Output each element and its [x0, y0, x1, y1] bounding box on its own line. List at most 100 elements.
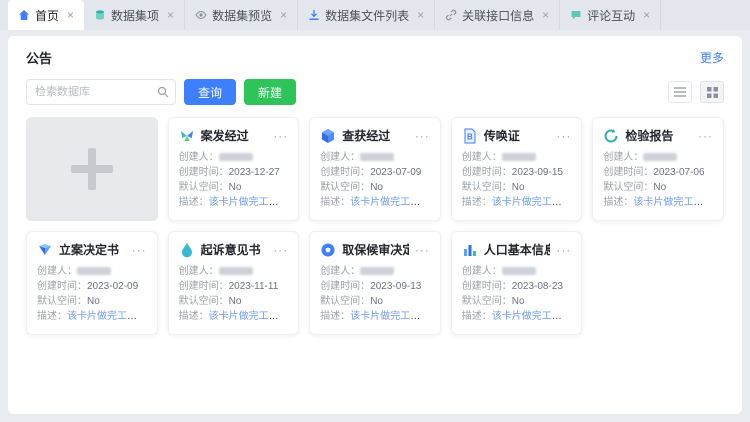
- description-label: 描述：: [320, 197, 350, 208]
- card-grid: 案发经过 创建人： 创建时间：2023-12-27 默认空间：No 描述：该卡片…: [26, 117, 724, 335]
- creator-label: 创建人：: [320, 266, 360, 277]
- dataset-card[interactable]: B 传唤证 创建人： 创建时间：2023-09-15 默认空间：No 描述：该卡…: [451, 117, 583, 221]
- toolbar: 查询 新建: [26, 79, 724, 105]
- card-title: 起诉意见书: [201, 241, 268, 258]
- description-value: 该卡片做完工作空间的展示: [350, 311, 430, 322]
- download-icon: [308, 9, 320, 21]
- tab-label: 数据集项: [111, 7, 159, 24]
- tab-related-interface-info[interactable]: 关联接口信息: [435, 0, 560, 30]
- created-value: 2023-09-13: [370, 281, 421, 292]
- default-space-value: No: [87, 296, 100, 307]
- default-space-value: No: [512, 182, 525, 193]
- description-value: 该卡片做完工作空间的展示: [492, 311, 572, 322]
- description-label: 描述：: [179, 311, 209, 322]
- dataset-card[interactable]: 案发经过 创建人： 创建时间：2023-12-27 默认空间：No 描述：该卡片…: [168, 117, 300, 221]
- creator-value-redacted: [502, 153, 536, 161]
- description-label: 描述：: [462, 311, 492, 322]
- description-value: 该卡片做完工作空间的展示: [209, 197, 289, 208]
- creator-label: 创建人：: [320, 152, 360, 163]
- tab-dataset-items[interactable]: 数据集项: [84, 0, 185, 30]
- default-space-value: No: [370, 296, 383, 307]
- creator-value-redacted: [219, 267, 253, 275]
- description-value: 该卡片做完工作空间的展示: [633, 197, 713, 208]
- created-value: 2023-11-11: [229, 281, 279, 292]
- creator-label: 创建人：: [37, 266, 77, 277]
- badge-icon: [320, 242, 336, 258]
- close-icon[interactable]: [417, 9, 424, 21]
- more-options-icon[interactable]: [556, 244, 571, 256]
- create-button[interactable]: 新建: [244, 79, 296, 105]
- more-options-icon[interactable]: [132, 244, 147, 256]
- card-title: 查获经过: [342, 127, 409, 144]
- close-icon[interactable]: [67, 9, 74, 21]
- created-label: 创建时间：: [462, 167, 512, 178]
- more-options-icon[interactable]: [273, 130, 288, 142]
- dataset-card[interactable]: 取保候审决定书 创建人： 创建时间：2023-09-13 默认空间：No 描述：…: [309, 231, 441, 335]
- bar-chart-icon: [462, 242, 478, 258]
- dataset-card[interactable]: 查获经过 创建人： 创建时间：2023-07-09 默认空间：No 描述：该卡片…: [309, 117, 441, 221]
- search-input[interactable]: [26, 79, 176, 105]
- svg-text:B: B: [467, 132, 473, 141]
- creator-value-redacted: [219, 153, 253, 161]
- list-view-button[interactable]: [668, 81, 692, 103]
- more-link[interactable]: 更多: [700, 49, 724, 66]
- description-label: 描述：: [37, 311, 67, 322]
- dataset-card[interactable]: 检验报告 创建人： 创建时间：2023-07-06 默认空间：No 描述：该卡片…: [592, 117, 724, 221]
- description-value: 该卡片做完工作空间的展示: [350, 197, 430, 208]
- default-space-label: 默认空间：: [320, 296, 370, 307]
- description-value: 该卡片做完工作空间的展示: [492, 197, 572, 208]
- dataset-card[interactable]: 人口基本信息 创建人： 创建时间：2023-08-23 默认空间：No 描述：该…: [451, 231, 583, 335]
- page-title: 公告: [26, 48, 52, 67]
- close-icon[interactable]: [643, 9, 650, 21]
- creator-label: 创建人：: [179, 152, 219, 163]
- more-options-icon[interactable]: [415, 130, 430, 142]
- card-title: 立案决定书: [59, 241, 126, 258]
- created-value: 2023-07-06: [653, 167, 704, 178]
- default-space-label: 默认空间：: [462, 296, 512, 307]
- creator-label: 创建人：: [462, 266, 502, 277]
- default-space-value: No: [653, 182, 666, 193]
- more-options-icon[interactable]: [698, 130, 713, 142]
- close-icon[interactable]: [280, 9, 287, 21]
- comment-icon: [570, 9, 582, 21]
- card-title: 传唤证: [484, 127, 551, 144]
- drop-icon: [179, 242, 195, 258]
- tab-comment-interaction[interactable]: 评论互动: [560, 0, 661, 30]
- more-options-icon[interactable]: [415, 244, 430, 256]
- report-icon: [603, 128, 619, 144]
- created-label: 创建时间：: [37, 281, 87, 292]
- card-title: 检验报告: [625, 127, 692, 144]
- home-icon: [18, 9, 30, 21]
- dataset-card[interactable]: 立案决定书 创建人： 创建时间：2023-02-09 默认空间：No 描述：该卡…: [26, 231, 158, 335]
- dataset-card[interactable]: 起诉意见书 创建人： 创建时间：2023-11-11 默认空间：No 描述：该卡…: [168, 231, 300, 335]
- description-value: 该卡片做完工作空间的展示: [209, 311, 289, 322]
- fox-icon: [37, 242, 53, 258]
- document-icon: B: [462, 128, 478, 144]
- created-value: 2023-08-23: [512, 281, 563, 292]
- default-space-label: 默认空间：: [37, 296, 87, 307]
- tab-label: 关联接口信息: [462, 7, 534, 24]
- more-options-icon[interactable]: [556, 130, 571, 142]
- creator-label: 创建人：: [462, 152, 502, 163]
- plus-icon: [71, 148, 113, 190]
- tab-home[interactable]: 首页: [8, 0, 84, 30]
- close-icon[interactable]: [542, 9, 549, 21]
- cube-icon: [320, 128, 336, 144]
- created-value: 2023-02-09: [87, 281, 138, 292]
- close-icon[interactable]: [167, 9, 174, 21]
- query-button[interactable]: 查询: [184, 79, 236, 105]
- grid-view-button[interactable]: [700, 81, 724, 103]
- tab-label: 首页: [35, 7, 59, 24]
- default-space-label: 默认空间：: [179, 296, 229, 307]
- tab-dataset-file-list[interactable]: 数据集文件列表: [298, 0, 435, 30]
- default-space-value: No: [229, 182, 242, 193]
- add-card-button[interactable]: [26, 117, 158, 221]
- more-options-icon[interactable]: [273, 244, 288, 256]
- created-label: 创建时间：: [179, 281, 229, 292]
- butterfly-icon: [179, 128, 195, 144]
- default-space-value: No: [229, 296, 242, 307]
- card-title: 人口基本信息: [484, 241, 551, 258]
- creator-label: 创建人：: [603, 152, 643, 163]
- default-space-label: 默认空间：: [320, 182, 370, 193]
- tab-dataset-preview[interactable]: 数据集预览: [185, 0, 298, 30]
